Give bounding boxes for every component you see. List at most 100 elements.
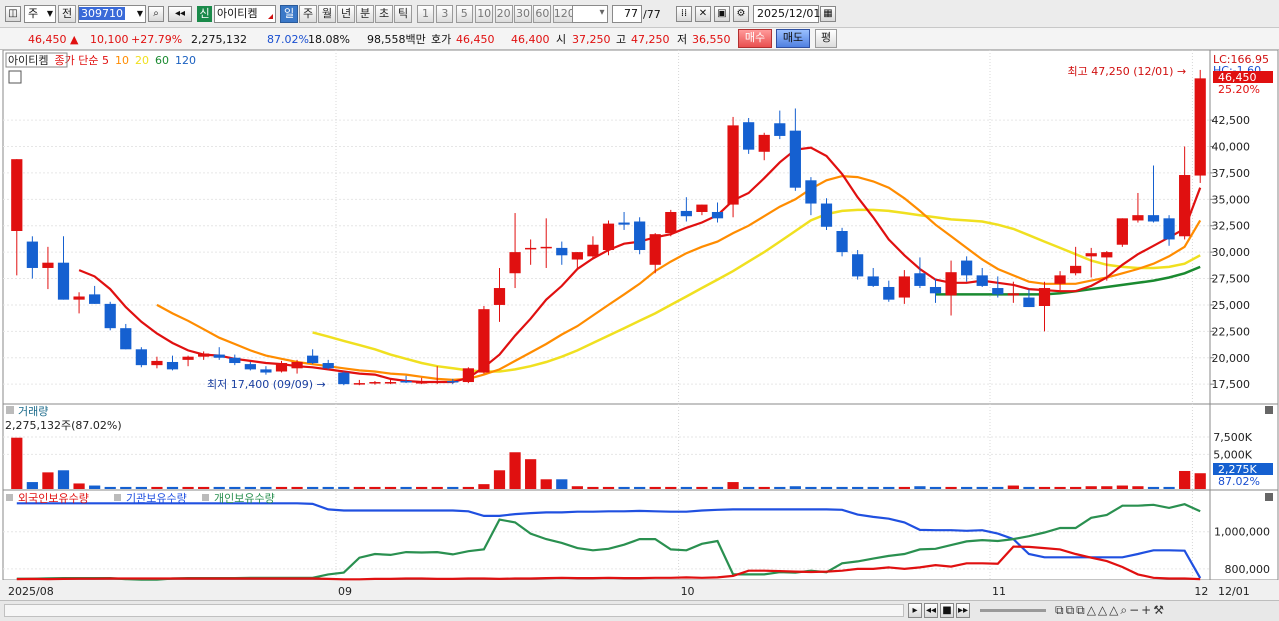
interval-button-4[interactable]: 20	[494, 5, 513, 23]
interval-button-1[interactable]: 3	[436, 5, 454, 23]
crosshair-icon[interactable]: ✕	[695, 6, 711, 22]
candle-body	[898, 276, 910, 298]
candle-body	[1070, 265, 1082, 274]
candle-body	[120, 328, 132, 350]
open-label: 시	[556, 33, 567, 46]
holding-legend-icon	[114, 494, 121, 501]
chart-type-select[interactable]: 주 ▼	[24, 5, 56, 23]
rewind-icon[interactable]: ◂◂	[924, 603, 938, 618]
stock-chart[interactable]: 42,500 40,000 37,500 35,000 32,500 30,000 27,5…	[0, 50, 1279, 600]
volume-bar	[758, 486, 770, 489]
candle-body	[587, 244, 599, 257]
prev-button[interactable]: 전	[58, 5, 76, 23]
period-button-1[interactable]: 주	[299, 5, 317, 23]
x-axis-label: 09	[338, 585, 352, 598]
tool-icons[interactable]: ⧉⧉⧉△△△⌕−+⚒	[1055, 603, 1166, 618]
period-button-6[interactable]: 틱	[394, 5, 412, 23]
volume-bar	[727, 482, 739, 489]
volume-bar	[805, 486, 817, 489]
candle-body	[151, 360, 163, 366]
volume-bar	[1194, 473, 1206, 489]
stock-name[interactable]: 아이티켐	[214, 5, 276, 23]
candle-body	[789, 130, 801, 188]
save-icon[interactable]: ▣	[714, 6, 730, 22]
window-menu-icon[interactable]: ◫	[5, 6, 21, 22]
interval-button-2[interactable]: 5	[455, 5, 473, 23]
search-icon[interactable]: ⌕	[148, 6, 164, 22]
speaker-icon[interactable]: ◂◂	[168, 6, 192, 22]
candle-body	[852, 254, 864, 277]
volume-bar	[680, 486, 692, 489]
high-price: 47,250	[631, 33, 670, 46]
candle-body	[509, 252, 521, 274]
ask-price: 46,450	[456, 33, 495, 46]
candle-body	[26, 241, 38, 268]
candle-body	[961, 260, 973, 276]
candle-body	[166, 361, 179, 370]
volume-bar	[1163, 486, 1175, 489]
volume-bar	[696, 486, 708, 489]
volume-bar	[1038, 486, 1051, 489]
volume-pct-text: 87.02%	[1218, 475, 1260, 488]
candle-body	[836, 231, 848, 253]
interval-button-3[interactable]: 10	[475, 5, 494, 23]
volume-bar	[431, 486, 443, 489]
volume-bar	[1007, 485, 1019, 489]
volume-bar	[649, 486, 661, 489]
candle-body	[57, 262, 70, 300]
calendar-icon[interactable]: ▦	[820, 6, 836, 22]
candle-body	[42, 262, 54, 268]
candle-body	[976, 275, 988, 286]
price-tick-label: 40,000	[1212, 141, 1251, 154]
candle-body	[1163, 218, 1175, 240]
quote-bar: 46,450 ▲ 10,100 +27.79% 2,275,132 87.02%…	[0, 28, 1279, 50]
candle-body	[1132, 215, 1144, 221]
interval-button-5[interactable]: 30	[514, 5, 532, 23]
volume-bar	[556, 479, 568, 489]
interval-button-0[interactable]: 1	[417, 5, 434, 23]
forward-icon[interactable]: ▸▸	[956, 603, 970, 618]
scroll-track[interactable]	[4, 604, 904, 617]
stop-icon[interactable]: ■	[940, 603, 954, 618]
candle-body	[929, 286, 942, 294]
flat-button[interactable]: 평	[815, 29, 837, 48]
play-icon[interactable]: ▸	[908, 603, 922, 618]
holding-legend-icon	[6, 494, 13, 501]
period-button-5[interactable]: 초	[375, 5, 393, 23]
volume-bar	[73, 483, 85, 489]
volume-bar	[836, 486, 848, 489]
volume-bar	[1023, 486, 1035, 489]
zoom-slider[interactable]	[980, 609, 1046, 612]
code-input[interactable]: 309710 ▼	[78, 5, 146, 23]
volume-bar	[945, 486, 957, 489]
candle-body	[618, 222, 630, 225]
grid-icon[interactable]: ⁞⁞	[676, 6, 692, 22]
period-button-0[interactable]: 일	[280, 5, 298, 23]
candle-body	[431, 380, 443, 383]
bid-label: 호가	[431, 33, 452, 46]
sell-button[interactable]: 매도	[776, 29, 810, 48]
period-button-3[interactable]: 년	[337, 5, 355, 23]
volume-bar	[961, 486, 973, 489]
period-button-2[interactable]: 월	[318, 5, 336, 23]
candle-body	[1194, 78, 1206, 176]
x-axis-label: 11	[992, 585, 1006, 598]
chevron-down-icon[interactable]: ▾	[595, 6, 609, 22]
interval-button-6[interactable]: 60	[533, 5, 552, 23]
period-button-4[interactable]: 분	[356, 5, 374, 23]
candle-body	[1101, 252, 1113, 258]
gear-icon[interactable]: ⚙	[733, 6, 749, 22]
candle-body	[462, 368, 474, 383]
volume-bar	[820, 486, 833, 489]
x-axis-label: 10	[681, 585, 695, 598]
volume-bar	[89, 485, 101, 489]
volume-bar	[104, 486, 116, 489]
price-tick-label: 35,000	[1212, 193, 1251, 206]
count-input[interactable]: 77	[612, 5, 642, 23]
volume-bar	[774, 486, 786, 489]
volume-bar	[634, 486, 646, 489]
buy-button[interactable]: 매수	[738, 29, 772, 48]
date-input[interactable]: 2025/12/01	[753, 5, 820, 23]
volume-bar	[509, 452, 521, 489]
holding-tick-label: 1,000,000	[1214, 526, 1270, 539]
